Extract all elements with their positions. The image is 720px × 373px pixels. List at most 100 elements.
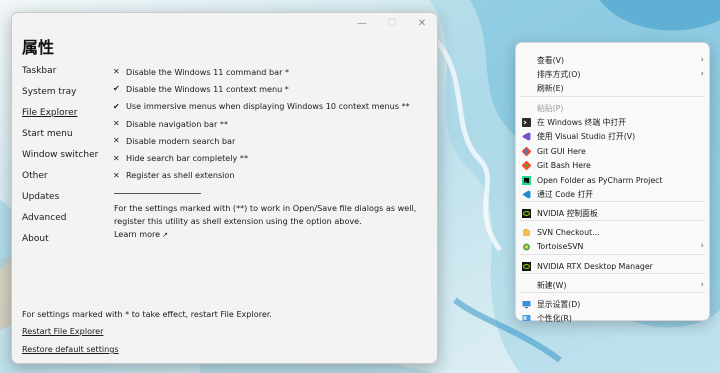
menu-separator [520, 292, 705, 293]
option-label: Use immersive menus when displaying Wind… [126, 101, 410, 112]
context-menu-label: TortoiseSVN [537, 241, 584, 251]
option-row[interactable]: ✕ Register as shell extension [113, 167, 429, 184]
nvidia-icon [522, 261, 531, 271]
context-menu-label: 使用 Visual Studio 打开(V) [537, 131, 636, 141]
context-menu-label: Git Bash Here [537, 160, 591, 170]
close-button[interactable]: ✕ [407, 13, 437, 33]
restart-note: For settings marked with * to take effec… [22, 309, 272, 319]
nav-item-system-tray[interactable]: System tray [22, 85, 98, 106]
context-menu-item-visual-studio-v[interactable]: 使用 Visual Studio 打开(V) [516, 129, 709, 143]
cross-icon: ✕ [113, 170, 120, 180]
maximize-button[interactable]: ☐ [377, 13, 407, 33]
nvidia-icon [522, 208, 531, 218]
context-menu-item-p: 粘贴(P) [516, 101, 709, 115]
section-divider [114, 193, 201, 195]
window-title: 属性 [22, 38, 55, 57]
chevron-right-icon: › [700, 241, 704, 251]
menu-separator [520, 254, 705, 255]
context-menu-label: SVN Checkout... [537, 227, 600, 237]
chevron-right-icon: › [700, 69, 704, 79]
context-menu-label: 刷新(E) [537, 83, 564, 93]
context-menu-item-r[interactable]: 个性化(R) [516, 311, 709, 325]
context-menu-item-open-folder-as-pycharm-project[interactable]: Open Folder as PyCharm Project [516, 173, 709, 187]
option-row[interactable]: ✕ Disable modern search bar [113, 132, 429, 149]
context-menu-item-git-gui-here[interactable]: Git GUI Here [516, 144, 709, 158]
personalize-icon [522, 314, 531, 323]
option-row[interactable]: ✕ Hide search bar completely ** [113, 149, 429, 166]
git-gui-icon [522, 146, 531, 156]
terminal-icon [522, 117, 531, 127]
menu-separator [520, 273, 705, 274]
restore-defaults-link[interactable]: Restore default settings [22, 344, 119, 354]
context-menu-item-nvidia[interactable]: NVIDIA 控制面板 [516, 206, 709, 220]
pycharm-icon [522, 175, 531, 185]
context-menu-item-git-bash-here[interactable]: Git Bash Here [516, 158, 709, 172]
context-menu-label: 在 Windows 终端 中打开 [537, 117, 627, 127]
option-label: Disable navigation bar ** [126, 118, 228, 129]
cross-icon: ✕ [113, 136, 120, 146]
visual-studio-icon [522, 132, 531, 141]
svn-checkout-icon [522, 228, 531, 237]
check-icon: ✔ [113, 101, 120, 111]
option-row[interactable]: ✕ Disable navigation bar ** [113, 115, 429, 132]
properties-window: — ☐ ✕ 属性 Taskbar System tray File Explorer… [11, 12, 438, 364]
external-link-icon: ↗ [162, 231, 169, 240]
nav-item-start-menu[interactable]: Start menu [22, 127, 98, 148]
nav-item-file-explorer[interactable]: File Explorer [22, 106, 98, 127]
file-explorer-settings: ✕ Disable the Windows 11 command bar * ✔ Di… [113, 63, 429, 239]
menu-separator [520, 201, 705, 202]
minimize-button[interactable]: — [347, 13, 377, 33]
vscode-icon [522, 190, 531, 199]
chevron-right-icon: › [700, 55, 704, 65]
context-menu-label: 排序方式(O) [537, 69, 581, 79]
context-menu-item-v[interactable]: 查看(V) › [516, 53, 709, 67]
nav-item-taskbar[interactable]: Taskbar [22, 64, 98, 85]
context-menu-label: Open Folder as PyCharm Project [537, 175, 663, 185]
context-menu-label: NVIDIA RTX Desktop Manager [537, 261, 653, 271]
check-icon: ✔ [113, 84, 120, 94]
context-menu-label: 显示设置(D) [537, 299, 581, 309]
context-menu-item-o[interactable]: 排序方式(O) › [516, 67, 709, 81]
desktop-context-menu: 查看(V) › 排序方式(O) › 刷新(E) 粘贴(P) 在 Windows 终端 中打开… [515, 42, 710, 323]
nav-item-advanced[interactable]: Advanced [22, 211, 98, 232]
cross-icon: ✕ [113, 67, 120, 77]
context-menu-label: 查看(V) [537, 55, 565, 65]
display-settings-icon [522, 300, 531, 309]
cross-icon: ✕ [113, 153, 120, 163]
context-menu-item-svn-checkout[interactable]: SVN Checkout... [516, 225, 709, 239]
nav-item-updates[interactable]: Updates [22, 190, 98, 211]
option-row[interactable]: ✕ Disable the Windows 11 command bar * [113, 63, 429, 80]
git-bash-icon [522, 160, 531, 170]
learn-more-link[interactable]: Learn more ↗ [113, 229, 429, 239]
shell-extension-note: For the settings marked with (**) to wor… [114, 203, 417, 227]
learn-more-label: Learn more [114, 229, 161, 240]
context-menu-item-d[interactable]: 显示设置(D) [516, 297, 709, 311]
context-menu-item-code[interactable]: 通过 Code 打开 [516, 187, 709, 201]
context-menu-label: 粘贴(P) [537, 103, 564, 113]
nav-item-about[interactable]: About [22, 232, 98, 253]
context-menu-item-tortoisesvn[interactable]: TortoiseSVN › [516, 239, 709, 253]
settings-nav: Taskbar System tray File Explorer Start men… [22, 64, 98, 253]
context-menu-item-e[interactable]: 刷新(E) [516, 81, 709, 95]
nav-item-window-switcher[interactable]: Window switcher [22, 148, 98, 169]
option-label: Disable modern search bar [126, 135, 236, 146]
context-menu-item-windows[interactable]: 在 Windows 终端 中打开 [516, 115, 709, 129]
option-row[interactable]: ✔ Disable the Windows 11 context menu * [113, 80, 429, 97]
context-menu-item-nvidia-rtx-desktop-manager[interactable]: NVIDIA RTX Desktop Manager [516, 259, 709, 273]
context-menu-label: NVIDIA 控制面板 [537, 208, 598, 218]
context-menu-item-w[interactable]: 新建(W) › [516, 278, 709, 292]
menu-separator [520, 96, 705, 97]
menu-separator [520, 220, 705, 221]
option-label: Disable the Windows 11 command bar * [126, 66, 290, 77]
option-label: Register as shell extension [126, 170, 235, 181]
tortoisesvn-icon [522, 242, 531, 251]
option-label: Hide search bar completely ** [126, 153, 248, 164]
option-label: Disable the Windows 11 context menu * [126, 83, 289, 94]
context-menu-label: 个性化(R) [537, 313, 572, 323]
option-row[interactable]: ✔ Use immersive menus when displaying Win… [113, 98, 429, 115]
cross-icon: ✕ [113, 119, 120, 129]
nav-item-other[interactable]: Other [22, 169, 98, 190]
context-menu-label: 新建(W) [537, 280, 567, 290]
title-bar: — ☐ ✕ [347, 13, 437, 33]
restart-file-explorer-link[interactable]: Restart File Explorer [22, 326, 103, 336]
